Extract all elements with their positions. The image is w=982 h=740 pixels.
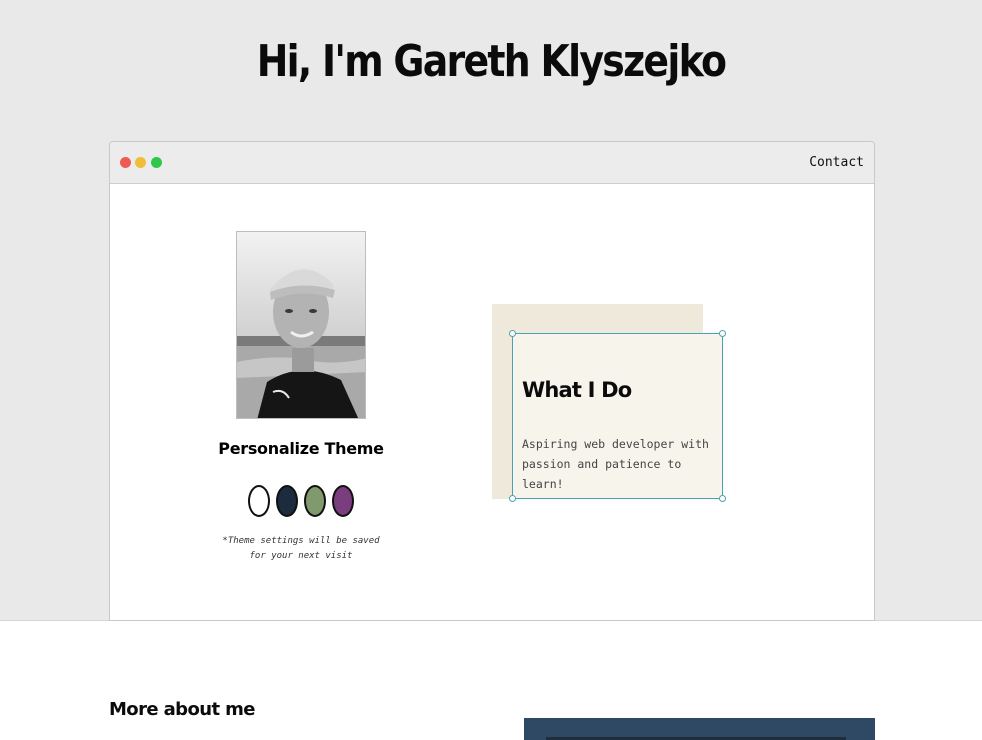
person-portrait-icon xyxy=(237,232,365,418)
more-about-me-heading: More about me xyxy=(109,699,255,720)
close-dot-icon xyxy=(120,157,131,168)
page-title: Hi, I'm Gareth Klyszejko xyxy=(256,36,727,87)
theme-swatch-purple[interactable] xyxy=(332,485,354,517)
contact-link[interactable]: Contact xyxy=(809,155,864,170)
profile-photo xyxy=(236,231,366,419)
maximize-dot-icon xyxy=(151,157,162,168)
minimize-dot-icon xyxy=(135,157,146,168)
browser-window-mockup: Contact Personalize Theme *Theme setting… xyxy=(109,141,875,621)
theme-swatch-white[interactable] xyxy=(248,485,270,517)
theme-note: *Theme settings will be saved for your n… xyxy=(222,536,380,561)
resize-handle-icon[interactable] xyxy=(719,330,726,337)
what-i-do-title: What I Do xyxy=(522,378,632,402)
resize-handle-icon[interactable] xyxy=(509,330,516,337)
personalize-theme-heading: Personalize Theme xyxy=(218,439,384,458)
what-i-do-text: Aspiring web developer with passion and … xyxy=(522,437,709,491)
resize-handle-icon[interactable] xyxy=(509,495,516,502)
theme-swatch-sage[interactable] xyxy=(304,485,326,517)
about-image xyxy=(524,718,875,740)
browser-title-bar: Contact xyxy=(110,142,874,184)
what-i-do-card: What I Do Aspiring web developer with pa… xyxy=(509,330,726,502)
resize-handle-icon[interactable] xyxy=(719,495,726,502)
theme-swatch-navy[interactable] xyxy=(276,485,298,517)
